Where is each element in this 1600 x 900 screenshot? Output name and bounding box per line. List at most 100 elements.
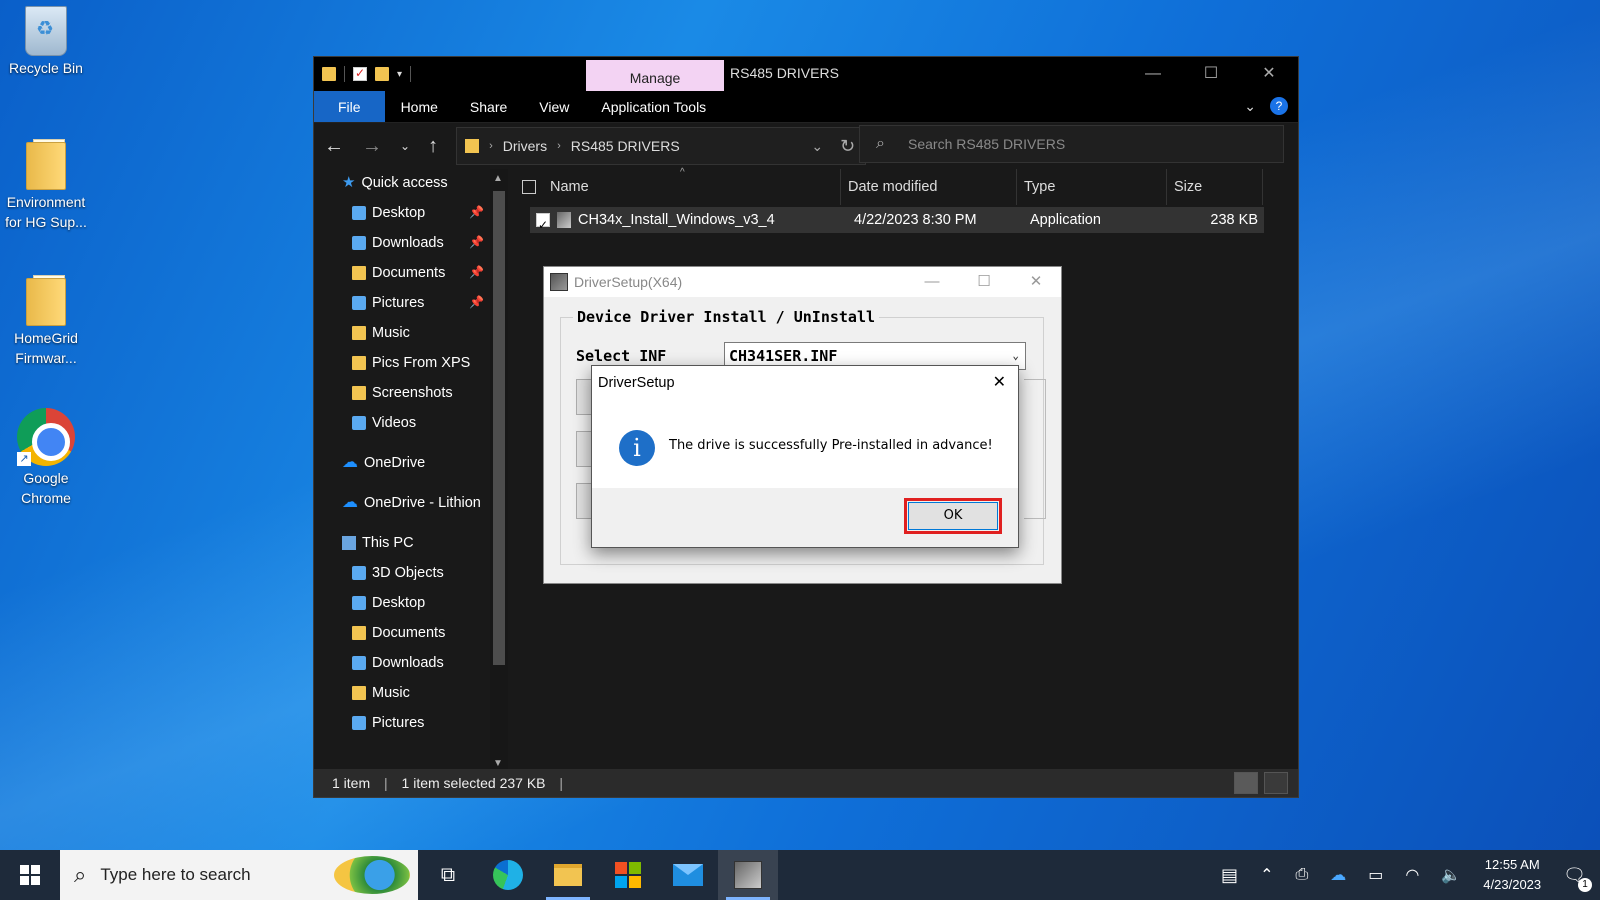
ribbon-tabs: File Home Share View Application Tools ⌄…	[314, 91, 1298, 123]
cloud-icon: ☁	[342, 494, 358, 511]
wifi-icon[interactable]: ◠	[1405, 865, 1419, 885]
refresh-icon[interactable]: ↻	[840, 136, 855, 157]
nav-item-desktop[interactable]: Desktop	[352, 199, 425, 227]
taskbar-edge[interactable]	[478, 850, 538, 900]
tab-home[interactable]: Home	[385, 91, 454, 122]
folder-icon	[465, 139, 480, 153]
nav-item-music[interactable]: Music	[352, 319, 410, 347]
table-row[interactable]: CH34x_Install_Windows_v3_4 4/22/2023 8:3…	[530, 207, 1264, 238]
breadcrumb-current[interactable]: RS485 DRIVERS	[571, 138, 680, 154]
taskbar-search-box[interactable]: ⌕ Type here to search	[60, 850, 418, 900]
recent-locations-icon[interactable]: ⌄	[400, 139, 410, 153]
nav-item-3d-objects[interactable]: 3D Objects	[352, 559, 444, 587]
start-button[interactable]	[0, 850, 60, 900]
nav-item-downloads[interactable]: Downloads	[352, 229, 444, 257]
battery-icon[interactable]: ▭	[1368, 865, 1383, 885]
scroll-down-icon[interactable]: ▼	[493, 758, 503, 769]
nav-this-pc[interactable]: This PC	[342, 529, 414, 557]
taskbar-store[interactable]	[598, 850, 658, 900]
tab-application-tools[interactable]: Application Tools	[585, 91, 722, 122]
properties-icon[interactable]	[353, 66, 367, 81]
nav-item-pics-from-xps[interactable]: Pics From XPS	[352, 349, 470, 377]
notification-center-icon[interactable]: 🗨 1	[1563, 865, 1592, 892]
minimize-button[interactable]: —	[907, 267, 957, 297]
maximize-button[interactable]: ☐	[1182, 57, 1240, 91]
back-arrow-icon[interactable]: ←	[324, 135, 344, 158]
search-icon: ⌕	[74, 862, 87, 887]
address-dropdown-icon[interactable]: ⌄	[811, 138, 823, 155]
tab-view[interactable]: View	[523, 91, 585, 122]
minimize-button[interactable]: —	[1124, 57, 1182, 91]
group-legend: Device Driver Install / UnInstall	[573, 308, 880, 326]
tab-file[interactable]: File	[314, 91, 385, 122]
clock[interactable]: 12:55 AM 4/23/2023	[1483, 855, 1541, 895]
desktop-icon-environment-folder[interactable]: Environment for HG Sup...	[2, 139, 90, 232]
driver-info-panel	[1024, 379, 1046, 519]
search-input[interactable]: ⌕ Search RS485 DRIVERS	[859, 125, 1284, 163]
column-divider[interactable]	[1166, 169, 1167, 205]
close-icon[interactable]: ✕	[993, 366, 1006, 400]
new-folder-icon[interactable]	[375, 67, 389, 81]
nav-label: Videos	[372, 415, 417, 431]
close-button[interactable]: ✕	[1011, 267, 1061, 297]
desktop-icon-label: Recycle Bin	[9, 60, 83, 76]
column-header-name[interactable]: Name	[550, 169, 589, 205]
desktop-icon-homegrid-folder[interactable]: HomeGrid Firmwar...	[2, 275, 90, 368]
nav-onedrive[interactable]: ☁ OneDrive	[342, 449, 425, 477]
tab-share[interactable]: Share	[454, 91, 523, 122]
column-header-size[interactable]: Size	[1174, 169, 1202, 205]
dialog-titlebar: DriverSetup ✕	[592, 366, 1018, 400]
scroll-thumb[interactable]	[493, 191, 505, 665]
help-icon[interactable]: ?	[1270, 97, 1288, 115]
column-divider[interactable]	[840, 169, 841, 205]
nav-item-videos[interactable]: Videos	[352, 409, 416, 437]
column-divider[interactable]	[1262, 169, 1263, 205]
details-view-button[interactable]	[1234, 772, 1258, 794]
tab-manage[interactable]: Manage	[586, 60, 724, 91]
nav-item-pc-desktop[interactable]: Desktop	[352, 589, 425, 617]
close-button[interactable]: ✕	[1240, 57, 1298, 91]
row-checkbox[interactable]	[536, 212, 550, 238]
column-divider[interactable]	[1016, 169, 1017, 205]
column-header-type[interactable]: Type	[1024, 169, 1055, 205]
taskbar-mail[interactable]	[658, 850, 718, 900]
nav-item-pc-pictures[interactable]: Pictures	[352, 709, 424, 737]
volume-icon[interactable]: 🔈	[1441, 865, 1461, 885]
nav-quick-access[interactable]: ★ Quick access	[342, 169, 448, 197]
forward-arrow-icon[interactable]: →	[362, 135, 382, 158]
onedrive-cloud-icon[interactable]: ☁	[1330, 865, 1346, 885]
file-date: 4/22/2023 8:30 PM	[854, 212, 977, 228]
quick-access-toolbar: ▾	[314, 66, 412, 82]
large-icons-view-button[interactable]	[1264, 772, 1288, 794]
scroll-up-icon[interactable]: ▲	[493, 173, 503, 184]
ok-button[interactable]: OK	[904, 498, 1002, 534]
nav-item-documents[interactable]: Documents	[352, 259, 445, 287]
desktop-icon-google-chrome[interactable]: ↗ Google Chrome	[2, 408, 90, 508]
nav-pane-scrollbar[interactable]: ▲ ▼	[490, 169, 508, 773]
nav-item-pictures[interactable]: Pictures	[352, 289, 424, 317]
meet-now-icon[interactable]: ⎙	[1295, 866, 1308, 884]
desktop-icon-recycle-bin[interactable]: Recycle Bin	[2, 6, 90, 78]
breadcrumb-drivers[interactable]: Drivers	[503, 138, 547, 154]
select-all-checkbox[interactable]	[522, 180, 536, 194]
desktop-icon	[352, 596, 366, 610]
taskbar-file-explorer[interactable]	[538, 850, 598, 900]
search-highlight-icon[interactable]	[334, 856, 410, 894]
taskbar-driver-setup[interactable]	[718, 850, 778, 900]
customize-toolbar-icon[interactable]: ▾	[397, 69, 402, 80]
nav-item-screenshots[interactable]: Screenshots	[352, 379, 453, 407]
nav-item-pc-downloads[interactable]: Downloads	[352, 649, 444, 677]
expand-ribbon-icon[interactable]: ⌄	[1244, 98, 1256, 115]
task-view-button[interactable]: ⧉	[418, 850, 478, 900]
nav-item-pc-documents[interactable]: Documents	[352, 619, 445, 647]
maximize-button[interactable]: ☐	[959, 267, 1009, 297]
news-widget-icon[interactable]: ▤	[1221, 865, 1238, 886]
nav-onedrive-lithion[interactable]: ☁ OneDrive - Lithion	[342, 489, 481, 517]
column-header-date[interactable]: Date modified	[848, 169, 937, 205]
up-arrow-icon[interactable]: ↑	[428, 135, 438, 158]
show-hidden-icons-chevron-icon[interactable]: ⌃	[1260, 865, 1273, 885]
address-bar[interactable]: › Drivers › RS485 DRIVERS ⌄ ↻	[456, 127, 867, 165]
file-name: CH34x_Install_Windows_v3_4	[578, 212, 775, 228]
folder-icon[interactable]	[322, 67, 336, 81]
nav-item-pc-music[interactable]: Music	[352, 679, 410, 707]
